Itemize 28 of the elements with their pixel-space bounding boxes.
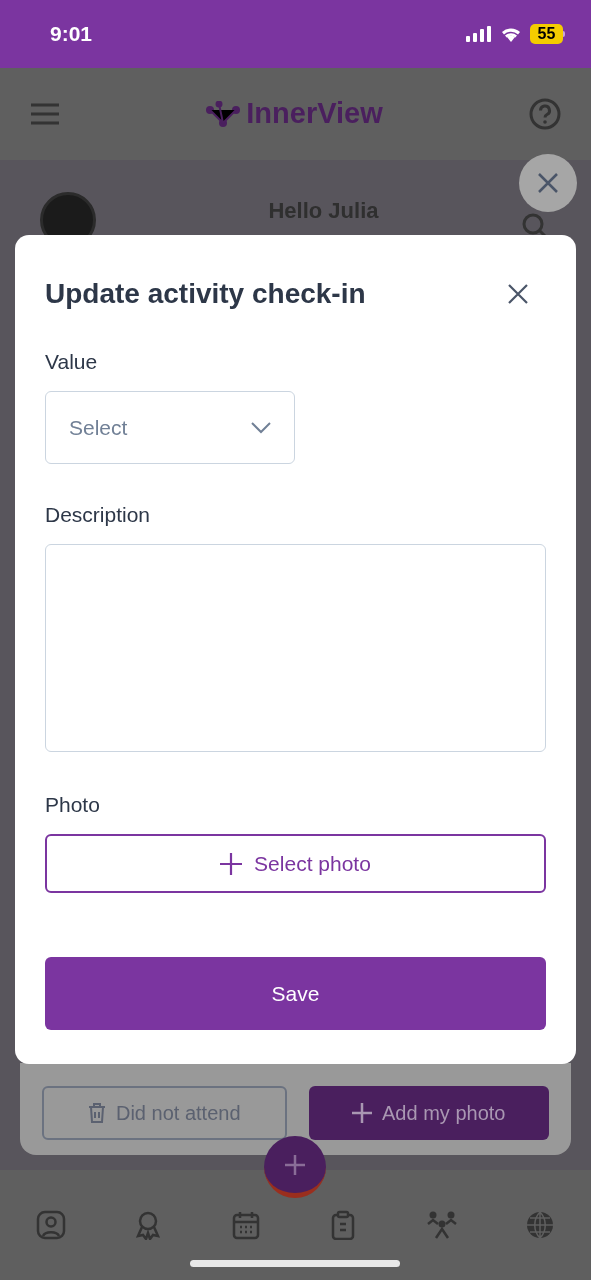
globe-icon[interactable] — [524, 1210, 555, 1240]
select-photo-button[interactable]: Select photo — [45, 834, 546, 893]
profile-icon[interactable] — [36, 1210, 66, 1240]
plus-icon — [352, 1103, 373, 1123]
close-icon — [537, 172, 559, 194]
plus-icon — [284, 1153, 306, 1176]
add-photo-button[interactable]: Add my photo — [308, 1086, 549, 1140]
field-label: Description — [45, 502, 152, 528]
save-button[interactable]: Save — [45, 957, 546, 1030]
wifi-icon — [500, 26, 522, 42]
battery-level: 55 — [530, 24, 563, 44]
help-icon[interactable] — [529, 98, 561, 130]
trash-icon — [88, 1102, 106, 1124]
plus-icon — [220, 852, 243, 875]
close-icon — [508, 284, 528, 304]
chevron-down-icon — [251, 421, 271, 434]
field-label: Photo — [45, 792, 101, 818]
logo-icon — [206, 101, 241, 127]
description-field[interactable] — [45, 544, 546, 752]
status-time: 9:01 — [50, 21, 93, 48]
menu-icon[interactable] — [30, 103, 60, 125]
signal-icon — [466, 26, 492, 42]
app-logo-text: InnerView — [246, 96, 383, 132]
group-icon[interactable] — [425, 1210, 458, 1240]
value-select[interactable]: Select — [45, 391, 295, 464]
field-label: Value — [45, 349, 99, 375]
modal-title: Update activity check-in — [45, 277, 366, 311]
calendar-icon[interactable] — [230, 1210, 261, 1240]
